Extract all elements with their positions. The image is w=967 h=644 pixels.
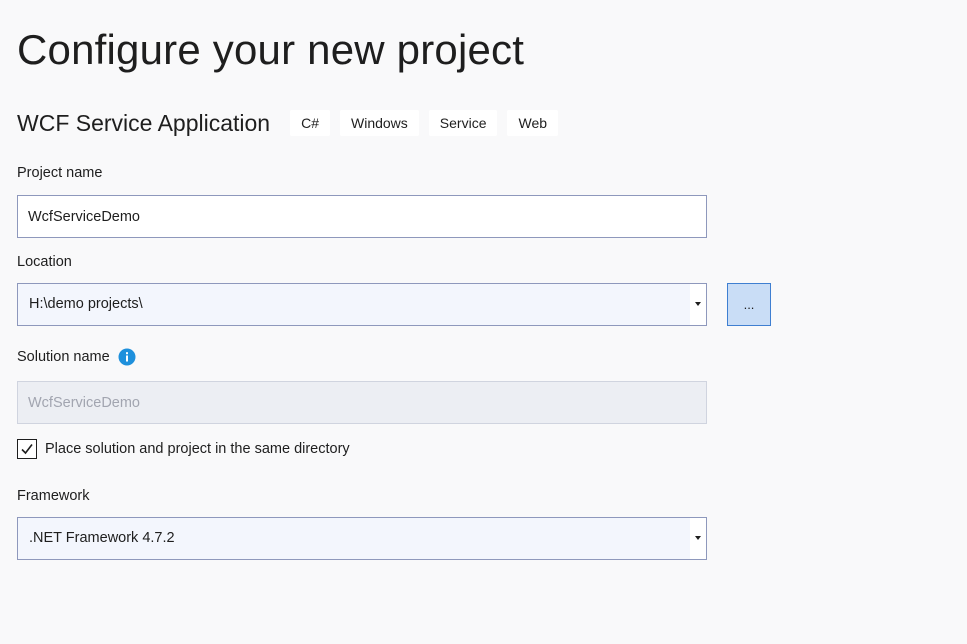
framework-label: Framework [17,488,90,504]
location-dropdown-button[interactable] [690,284,706,325]
same-directory-checkbox[interactable] [17,439,37,459]
template-header: WCF Service Application C# Windows Servi… [17,108,568,138]
template-name: WCF Service Application [17,109,271,136]
project-name-input[interactable] [18,196,698,237]
checkmark-icon [21,444,33,455]
chevron-down-icon [695,536,701,540]
chevron-down-icon [695,302,701,306]
tag-category: Web [507,110,559,136]
page-title: Configure your new project [17,26,525,73]
browse-location-button[interactable]: ... [727,283,771,326]
framework-dropdown-button[interactable] [690,518,706,559]
same-directory-option[interactable]: Place solution and project in the same d… [17,438,350,460]
location-combobox[interactable]: H:\demo projects\ [17,283,707,326]
location-value: H:\demo projects\ [29,296,143,312]
same-directory-label: Place solution and project in the same d… [45,441,350,457]
configure-project-page: Configure your new project WCF Service A… [0,0,967,644]
tag-project-type: Service [428,110,498,136]
location-label: Location [17,254,72,270]
info-icon[interactable] [118,348,136,366]
project-name-label: Project name [17,165,103,181]
framework-combobox[interactable]: .NET Framework 4.7.2 [17,517,707,560]
solution-name-input [18,382,698,423]
solution-name-label-row: Solution name [17,347,136,367]
project-name-field-container [17,195,707,238]
tag-platform: Windows [340,110,419,136]
framework-value: .NET Framework 4.7.2 [29,530,175,546]
solution-name-label: Solution name [17,349,110,365]
tag-language: C# [290,110,330,136]
solution-name-field-container [17,381,707,424]
